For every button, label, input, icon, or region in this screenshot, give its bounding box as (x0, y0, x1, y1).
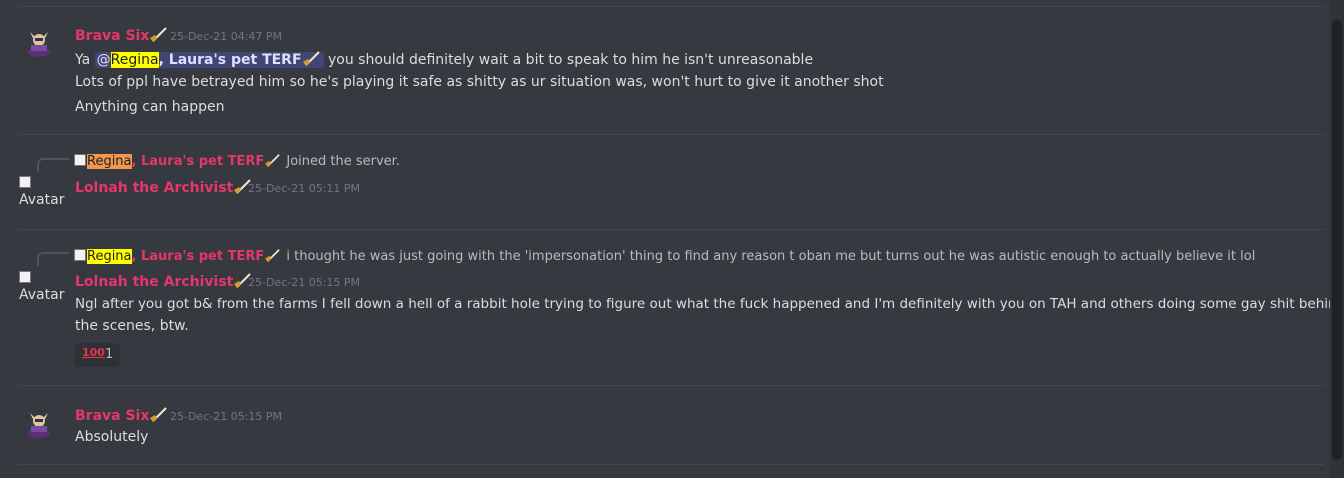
broom-icon (150, 407, 168, 422)
hundred-points-icon: 100 (82, 346, 105, 359)
message-group: Regina, Laura's pet TERF Joined the serv… (0, 134, 1324, 230)
message-timestamp: 25-Dec-21 05:11 PM (248, 182, 361, 195)
message-text-fragment: you should definitely wait a bit to spea… (323, 52, 814, 68)
broken-image-icon (74, 249, 86, 261)
message-group: Regina, Laura's pet TERF i thought he wa… (0, 229, 1344, 385)
reply-author: , Laura's pet TERF (131, 249, 265, 264)
message-group: Brava Six 25-Dec-21 05:15 PM Absolutely (0, 385, 1324, 465)
broom-icon (265, 154, 280, 167)
message-timestamp: 25-Dec-21 05:15 PM (248, 276, 361, 289)
user-avatar[interactable] (24, 28, 54, 58)
user-avatar[interactable]: Avatar (19, 270, 69, 306)
user-avatar[interactable] (24, 409, 54, 439)
message-timestamp: 25-Dec-21 05:15 PM (170, 410, 283, 423)
reply-text: Joined the server. (282, 154, 400, 169)
broom-icon (265, 249, 280, 262)
mention-at-sign: @ (96, 52, 111, 68)
message-author[interactable]: Lolnah the Archivist (75, 272, 253, 290)
broken-image-icon (19, 271, 31, 283)
broom-icon (302, 51, 320, 66)
message-author[interactable]: Lolnah the Archivist (75, 178, 253, 196)
user-mention[interactable]: @Regina, Laura's pet TERF (94, 51, 324, 68)
reply-author: , Laura's pet TERF (131, 154, 265, 169)
reply-highlight: Regina (87, 154, 132, 169)
message-author[interactable]: Brava Six (75, 406, 169, 424)
avatar-alt-text: Avatar (19, 192, 65, 208)
reaction-count: 1 (105, 347, 114, 362)
message-text: Absolutely (75, 429, 149, 445)
message-text: Lots of ppl have betrayed him so he's pl… (75, 74, 884, 90)
broken-image-icon (19, 176, 31, 188)
message-divider (18, 464, 1324, 465)
reply-connector (37, 158, 69, 172)
message-author[interactable]: Brava Six (75, 26, 169, 44)
broom-icon (150, 27, 168, 42)
mention-name: , Laura's pet TERF (158, 52, 302, 68)
message-text: Ya @Regina, Laura's pet TERF you should … (75, 50, 813, 68)
message-text-fragment: Ya (75, 52, 95, 68)
reply-preview[interactable]: Regina, Laura's pet TERF i thought he wa… (74, 248, 1255, 264)
reaction-button[interactable]: 100 1 (74, 343, 120, 367)
mention-highlight: Regina (110, 52, 159, 68)
user-avatar[interactable]: Avatar (19, 175, 69, 211)
avatar-alt-text: Avatar (19, 287, 65, 303)
scrollbar-thumb[interactable] (1332, 20, 1342, 460)
message-text: Anything can happen (75, 99, 225, 115)
message-timestamp: 25-Dec-21 04:47 PM (170, 30, 283, 43)
reply-text: i thought he was just going with the 'im… (282, 249, 1256, 264)
reply-connector (37, 252, 69, 266)
broken-image-icon (74, 154, 86, 166)
reply-highlight: Regina (87, 249, 132, 264)
message-text: Ngl after you got b& from the farms I fe… (75, 296, 1344, 312)
message-text: the scenes, btw. (75, 318, 189, 334)
scrollbar-track[interactable] (1330, 0, 1344, 478)
message-group: Brava Six 25-Dec-21 04:47 PM Ya @Regina,… (0, 0, 1324, 134)
reply-preview[interactable]: Regina, Laura's pet TERF Joined the serv… (74, 153, 400, 169)
